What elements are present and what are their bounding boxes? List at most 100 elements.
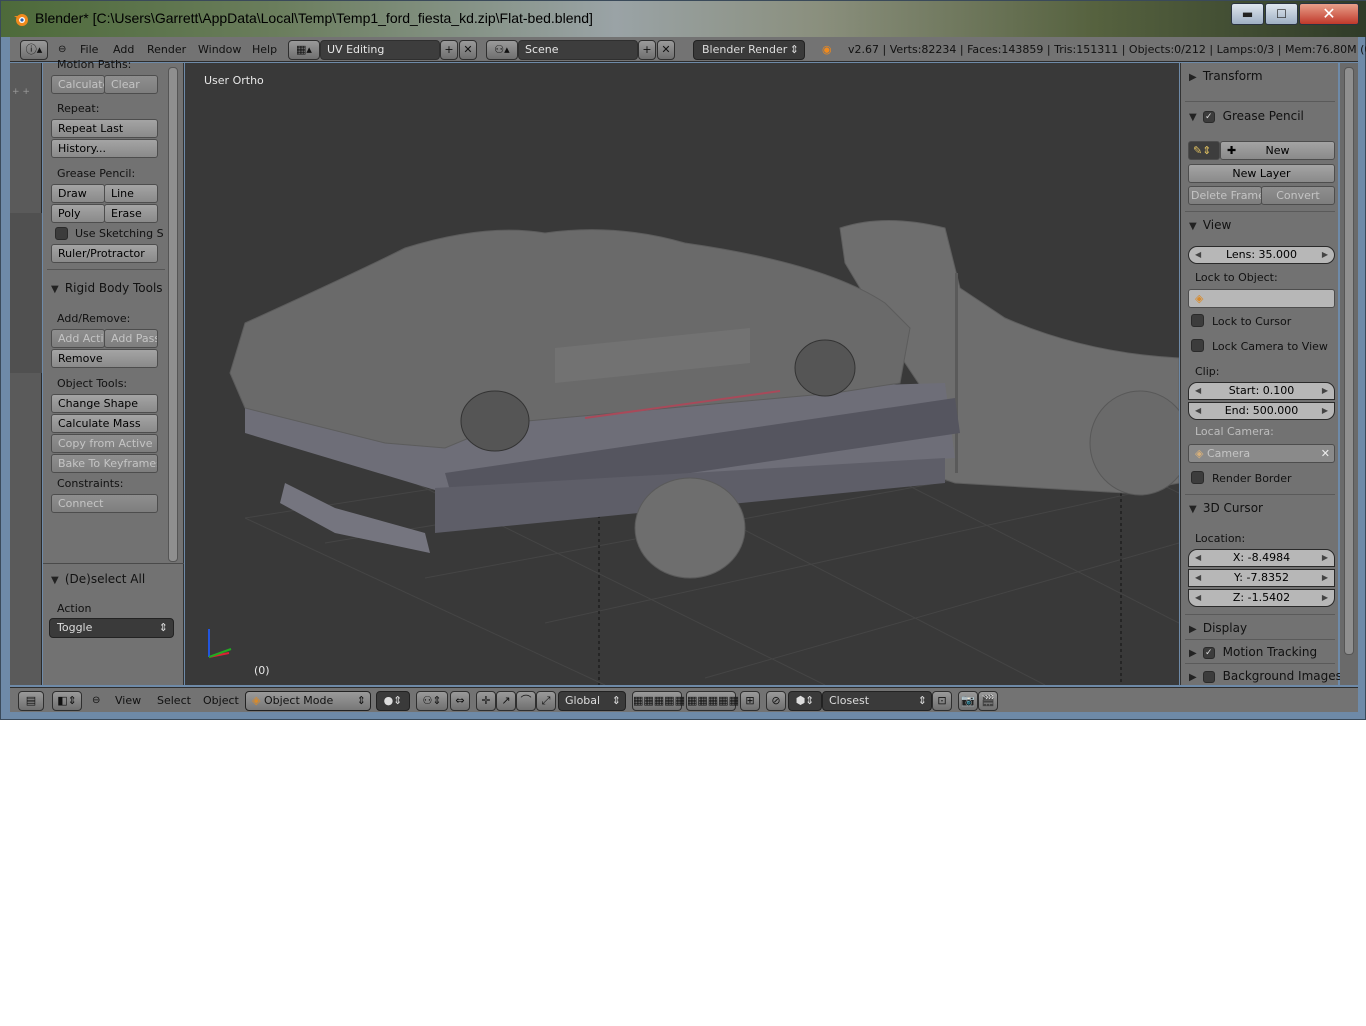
manipulator-toggle-icon[interactable]: ⇔	[450, 691, 470, 711]
proportional-edit-icon[interactable]: ⊘	[766, 691, 786, 711]
menu-window[interactable]: Window	[198, 40, 241, 60]
remove-scene-icon[interactable]: ✕	[657, 40, 675, 60]
change-shape-button[interactable]: Change Shape	[51, 394, 158, 413]
cursor-x-field[interactable]: ◀ X: -8.4984 ▶	[1188, 549, 1335, 567]
new-grease-pencil-button[interactable]: ✚ New	[1220, 141, 1335, 160]
render-camera-icon[interactable]: 📷	[958, 691, 978, 711]
menu-select[interactable]: Select	[157, 691, 191, 711]
lens-field[interactable]: ◀ Lens: 35.000 ▶	[1188, 246, 1335, 264]
scale-icon[interactable]: ⤢	[536, 691, 556, 711]
scene-layers-2-icon[interactable]: ▦▦▦▦▦	[686, 691, 739, 711]
clear-field-icon[interactable]: ✕	[1321, 445, 1330, 462]
viewport-shading-icon[interactable]: ◧⇕	[52, 691, 82, 711]
cursor-y-field[interactable]: ◀ Y: -7.8352 ▶	[1188, 569, 1335, 587]
pivot-point-icon[interactable]: ⚇⇕	[416, 691, 448, 711]
scene-field[interactable]: Scene	[518, 40, 638, 60]
add-layout-icon[interactable]: +	[440, 40, 458, 60]
lock-layers-icon[interactable]: ⊞	[740, 691, 760, 711]
calculate-paths-button[interactable]: Calculate	[51, 75, 105, 94]
editor-type-3d-icon[interactable]: ▤	[18, 691, 44, 711]
scene-layers-icon[interactable]: ▦▦▦▦▦	[632, 691, 685, 711]
display-panel-header[interactable]: ▶ Display	[1189, 621, 1247, 635]
3d-viewport[interactable]: User Ortho (0)	[185, 63, 1179, 685]
pencil-icon[interactable]: ✎⇕	[1188, 141, 1220, 160]
lock-to-cursor-checkbox[interactable]	[1191, 314, 1204, 327]
maximize-button[interactable]: ☐	[1265, 3, 1298, 25]
background-images-checkbox[interactable]	[1202, 670, 1215, 683]
increment-arrow-icon[interactable]: ▶	[1322, 570, 1328, 586]
menu-view[interactable]: View	[115, 691, 141, 711]
collapse-menu-icon[interactable]: ⊖	[58, 40, 66, 60]
new-layer-button[interactable]: New Layer	[1188, 164, 1335, 183]
snap-target-dropdown[interactable]: Closest ⇕	[822, 691, 932, 711]
calculate-mass-button[interactable]: Calculate Mass	[51, 414, 158, 433]
use-sketching-checkbox[interactable]	[55, 227, 68, 240]
orientation-dropdown[interactable]: Global ⇕	[558, 691, 626, 711]
increment-arrow-icon[interactable]: ▶	[1322, 550, 1328, 566]
clip-start-field[interactable]: ◀ Start: 0.100 ▶	[1188, 382, 1335, 400]
clear-paths-button[interactable]: Clear	[104, 75, 158, 94]
menu-help[interactable]: Help	[252, 40, 277, 60]
clip-end-field[interactable]: ◀ End: 500.000 ▶	[1188, 402, 1335, 420]
background-images-panel-header[interactable]: ▶ Background Images	[1189, 669, 1342, 683]
add-passive-button[interactable]: Add Passi	[104, 329, 158, 348]
motion-tracking-checkbox[interactable]: ✓	[1202, 646, 1215, 659]
render-border-checkbox[interactable]	[1191, 471, 1204, 484]
layout-field[interactable]: UV Editing	[320, 40, 440, 60]
bake-to-keyframes-button[interactable]: Bake To Keyframes	[51, 454, 158, 473]
convert-button[interactable]: Convert	[1261, 186, 1335, 205]
increment-arrow-icon[interactable]: ▶	[1322, 383, 1328, 399]
motion-tracking-panel-header[interactable]: ▶ ✓ Motion Tracking	[1189, 645, 1317, 659]
decrement-arrow-icon[interactable]: ◀	[1195, 550, 1201, 566]
remove-button[interactable]: Remove	[51, 349, 158, 368]
decrement-arrow-icon[interactable]: ◀	[1195, 590, 1201, 606]
lock-object-field[interactable]: ◈	[1188, 289, 1335, 308]
snap-element-icon[interactable]: ⬢⇕	[788, 691, 822, 711]
draw-type-solid-icon[interactable]: ●⇕	[376, 691, 410, 711]
mode-dropdown[interactable]: ◈ Object Mode ⇕	[245, 691, 371, 711]
translate-manipulator-icon[interactable]: ✛	[476, 691, 496, 711]
toolshelf-scrollbar[interactable]	[168, 67, 178, 562]
cursor-z-field[interactable]: ◀ Z: -1.5402 ▶	[1188, 589, 1335, 607]
increment-arrow-icon[interactable]: ▶	[1322, 403, 1328, 419]
decrement-arrow-icon[interactable]: ◀	[1195, 570, 1201, 586]
properties-scrollbar[interactable]	[1344, 67, 1354, 655]
rigid-body-tools-header[interactable]: ▼ Rigid Body Tools	[51, 281, 163, 295]
local-camera-field[interactable]: ◈ Camera ✕	[1188, 444, 1335, 463]
transform-panel-header[interactable]: ▶ Transform	[1189, 69, 1263, 83]
action-dropdown[interactable]: Toggle ⇕	[49, 618, 174, 638]
remove-layout-icon[interactable]: ✕	[459, 40, 477, 60]
snap-align-icon[interactable]: ⊡	[932, 691, 952, 711]
menu-render[interactable]: Render	[147, 40, 186, 60]
delete-frame-button[interactable]: Delete Frame	[1188, 186, 1262, 205]
menu-file[interactable]: File	[80, 40, 98, 60]
add-active-button[interactable]: Add Acti	[51, 329, 105, 348]
scene-selector-icon[interactable]: ⚇▴	[486, 40, 518, 60]
draw-button[interactable]: Draw	[51, 184, 105, 203]
region-plus-icon[interactable]: + +	[12, 87, 30, 97]
menu-object[interactable]: Object	[203, 691, 239, 711]
render-animation-icon[interactable]: 🎬	[978, 691, 998, 711]
copy-from-active-button[interactable]: Copy from Active	[51, 434, 158, 453]
close-button[interactable]: ✕	[1299, 3, 1359, 25]
decrement-arrow-icon[interactable]: ◀	[1195, 383, 1201, 399]
editor-type-info-icon[interactable]: ⓘ▴	[20, 40, 48, 60]
move-arrow-icon[interactable]: ↗	[496, 691, 516, 711]
rotate-icon[interactable]: ⌒	[516, 691, 536, 711]
layout-selector-icon[interactable]: ▦▴	[288, 40, 320, 60]
decrement-arrow-icon[interactable]: ◀	[1195, 403, 1201, 419]
decrement-arrow-icon[interactable]: ◀	[1195, 247, 1201, 263]
connect-button[interactable]: Connect	[51, 494, 158, 513]
ruler-protractor-button[interactable]: Ruler/Protractor	[51, 244, 158, 263]
view-panel-header[interactable]: ▼ View	[1189, 218, 1231, 232]
increment-arrow-icon[interactable]: ▶	[1322, 590, 1328, 606]
lock-camera-to-view-checkbox[interactable]	[1191, 339, 1204, 352]
increment-arrow-icon[interactable]: ▶	[1322, 247, 1328, 263]
grease-pencil-checkbox[interactable]: ✓	[1202, 110, 1215, 123]
3d-cursor-panel-header[interactable]: ▼ 3D Cursor	[1189, 501, 1263, 515]
menu-add[interactable]: Add	[113, 40, 134, 60]
erase-button[interactable]: Erase	[104, 204, 158, 223]
line-button[interactable]: Line	[104, 184, 158, 203]
grease-pencil-panel-header[interactable]: ▼ ✓ Grease Pencil	[1189, 109, 1304, 123]
add-scene-icon[interactable]: +	[638, 40, 656, 60]
